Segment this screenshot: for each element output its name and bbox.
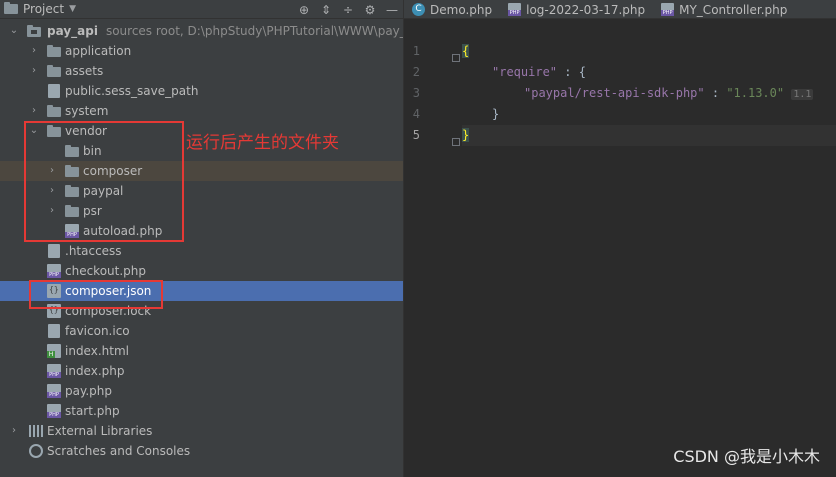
version-inlay-hint: 1.1 [791, 89, 814, 100]
code-line: { [462, 41, 836, 62]
line-number: 1 [412, 44, 420, 58]
json-key-require: "require" [492, 65, 558, 79]
project-panel-title: Project [23, 2, 65, 16]
php-file-icon [47, 364, 61, 378]
line-number: 4 [412, 107, 420, 121]
tree-item-assets[interactable]: › assets [0, 61, 403, 81]
chevron-right-icon[interactable]: › [29, 101, 39, 121]
folder-icon [47, 105, 61, 117]
file-icon [48, 84, 60, 98]
hide-icon[interactable]: — [381, 0, 403, 19]
tree-item-application[interactable]: › application [0, 41, 403, 61]
code-line-current: } [462, 125, 836, 146]
tree-item-htaccess[interactable]: .htaccess [0, 241, 403, 261]
tab-demo-php[interactable]: C Demo.php [404, 0, 500, 19]
code-line: "require" : { [462, 62, 836, 83]
tree-item-pay-php[interactable]: pay.php [0, 381, 403, 401]
editor: C Demo.php log-2022-03-17.php MY_Control… [404, 0, 836, 477]
folder-icon [47, 65, 61, 77]
tree-item-label: checkout.php [65, 264, 147, 278]
fold-marker-icon[interactable] [452, 54, 460, 62]
html-file-icon [47, 344, 61, 358]
module-folder-icon [27, 25, 41, 37]
line-number: 5 [412, 128, 420, 142]
folder-icon [47, 45, 61, 57]
php-file-icon [661, 3, 675, 16]
tab-my-controller-php[interactable]: MY_Controller.php [653, 0, 795, 19]
tree-item-label: application [65, 44, 132, 58]
tab-label: Demo.php [430, 2, 493, 17]
line-number: 2 [412, 65, 420, 79]
tree-item-label: pay_api [47, 24, 98, 38]
project-view-selector[interactable]: Project ▼ [0, 2, 76, 16]
php-file-icon [47, 264, 61, 278]
json-punct: : [704, 86, 727, 100]
tree-item-external-libraries[interactable]: › External Libraries [0, 421, 403, 441]
php-file-icon [47, 384, 61, 398]
tree-item-label: Scratches and Consoles [47, 444, 191, 458]
chevron-right-icon[interactable]: › [29, 41, 39, 61]
tree-item-pay-api[interactable]: ⌄ pay_api sources root, D:\phpStudy\PHPTu… [0, 21, 403, 41]
tab-label: log-2022-03-17.php [526, 2, 646, 17]
chevron-right-icon[interactable]: › [29, 61, 39, 81]
tree-item-hint: sources root, D:\phpStudy\PHPTutorial\WW… [105, 24, 403, 38]
json-punct: : { [557, 65, 586, 79]
line-number: 3 [412, 86, 420, 100]
editor-tab-bar: C Demo.php log-2022-03-17.php MY_Control… [404, 0, 836, 19]
tree-item-label: index.php [65, 364, 125, 378]
tree-item-label: pay.php [65, 384, 113, 398]
project-panel: Project ▼ ⊕ ⇕ ÷ ⚙ — ⌄ pay_api sources roo… [0, 0, 403, 477]
tree-item-index-php[interactable]: index.php [0, 361, 403, 381]
json-punct: } [492, 107, 500, 121]
class-icon: C [412, 3, 425, 16]
line-number-gutter: 1 2 3 4 5 [404, 41, 448, 146]
annotation-box-vendor [24, 121, 184, 242]
tree-item-label: favicon.ico [65, 324, 130, 338]
scratches-icon [29, 444, 43, 458]
tree-item-label: External Libraries [47, 424, 153, 438]
tree-item-public-sess-save-path[interactable]: public.sess_save_path [0, 81, 403, 101]
file-icon [48, 244, 60, 258]
chevron-down-icon: ▼ [69, 4, 76, 14]
project-panel-header: Project ▼ ⊕ ⇕ ÷ ⚙ — [0, 0, 403, 19]
tab-label: MY_Controller.php [679, 2, 788, 17]
tree-item-scratches-and-consoles[interactable]: Scratches and Consoles [0, 441, 403, 461]
php-file-icon [47, 404, 61, 418]
tree-item-label: assets [65, 64, 104, 78]
tree-item-label: index.html [65, 344, 129, 358]
libraries-icon [29, 425, 43, 437]
image-file-icon [48, 324, 60, 338]
tree-item-index-html[interactable]: index.html [0, 341, 403, 361]
fold-marker-icon[interactable] [452, 138, 460, 146]
folder-icon [4, 2, 18, 14]
brace-open: { [462, 44, 470, 58]
tree-item-start-php[interactable]: start.php [0, 401, 403, 421]
brace-close: } [462, 128, 470, 142]
tree-item-label: .htaccess [65, 244, 122, 258]
chevron-down-icon[interactable]: ⌄ [9, 21, 19, 41]
json-key-package: "paypal/rest-api-sdk-php" [524, 86, 705, 100]
tree-item-system[interactable]: › system [0, 101, 403, 121]
watermark: CSDN @我是小木木 [673, 447, 820, 466]
code-line: "paypal/rest-api-sdk-php" : "1.13.0" 1.1 [462, 83, 836, 104]
tree-item-favicon-ico[interactable]: favicon.ico [0, 321, 403, 341]
tree-item-label: public.sess_save_path [65, 84, 199, 98]
code-line: } [462, 104, 836, 125]
tree-item-label: system [65, 104, 109, 118]
chevron-right-icon[interactable]: › [9, 421, 19, 441]
expand-all-icon[interactable]: ⇕ [315, 0, 337, 19]
collapse-all-icon[interactable]: ÷ [337, 0, 359, 19]
code-area[interactable]: { "require" : { "paypal/rest-api-sdk-php… [462, 41, 836, 146]
tree-item-label: start.php [65, 404, 120, 418]
annotation-text: 运行后产生的文件夹 [186, 133, 339, 153]
tab-log-php[interactable]: log-2022-03-17.php [500, 0, 653, 19]
annotation-box-composer-json [29, 280, 163, 309]
crosshair-icon[interactable]: ⊕ [293, 0, 315, 19]
gear-icon[interactable]: ⚙ [359, 0, 381, 19]
php-file-icon [508, 3, 522, 16]
project-header-tools: ⊕ ⇕ ÷ ⚙ — [293, 0, 403, 19]
tree-item-checkout-php[interactable]: checkout.php [0, 261, 403, 281]
json-value-version: "1.13.0" [726, 86, 785, 100]
